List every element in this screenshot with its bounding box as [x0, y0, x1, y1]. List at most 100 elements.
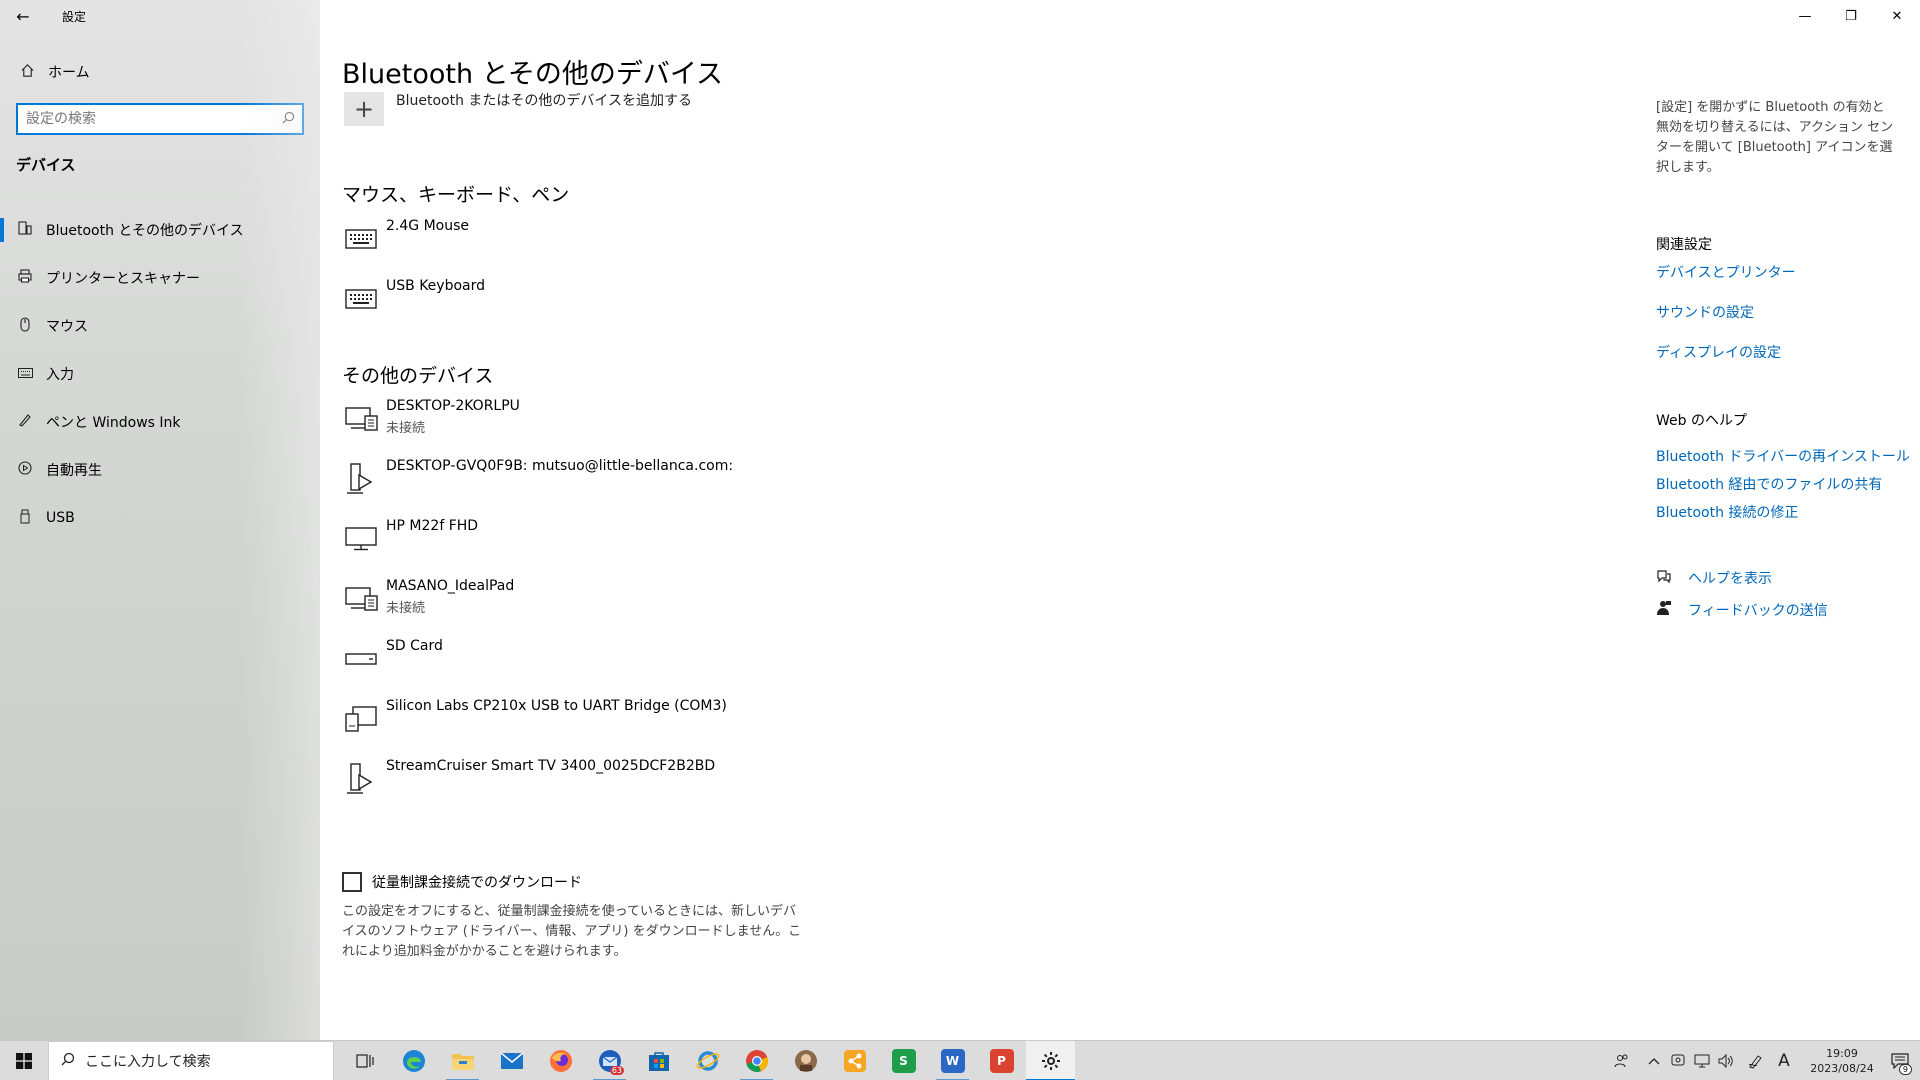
- device-item[interactable]: DESKTOP-GVQ0F9B: mutsuo@little-bellanca.…: [342, 456, 733, 516]
- pen-workspace-icon[interactable]: [1744, 1041, 1768, 1080]
- sidebar-item-label: 入力: [46, 367, 74, 383]
- link-fix-bluetooth-connection[interactable]: Bluetooth 接続の修正: [1656, 502, 1798, 522]
- device-item[interactable]: MASANO_IdealPad 未接続: [342, 576, 733, 636]
- clock-time: 19:09: [1826, 1047, 1858, 1060]
- back-button[interactable]: ←: [0, 0, 46, 32]
- device-name: HP M22f FHD: [386, 518, 479, 534]
- sidebar-item-autoplay[interactable]: 自動再生: [0, 446, 320, 494]
- page-title: Bluetooth とその他のデバイス: [342, 59, 724, 90]
- get-help-link[interactable]: ヘルプを表示: [1656, 568, 1772, 588]
- device-item[interactable]: Silicon Labs CP210x USB to UART Bridge (…: [342, 696, 733, 756]
- link-display-settings[interactable]: ディスプレイの設定: [1656, 342, 1781, 362]
- meet-now-icon[interactable]: [1666, 1041, 1690, 1080]
- link-reinstall-bluetooth-driver[interactable]: Bluetooth ドライバーの再インストール: [1656, 446, 1910, 466]
- taskbar-app-avatar[interactable]: [781, 1041, 830, 1080]
- task-view-button[interactable]: [340, 1041, 389, 1080]
- metered-download-description: この設定をオフにすると、従量制課金接続を使っているときには、新しいデバイスのソフ…: [342, 904, 802, 959]
- people-icon[interactable]: [1610, 1041, 1634, 1080]
- settings-search-input[interactable]: [26, 111, 274, 127]
- minimize-button[interactable]: —: [1782, 0, 1828, 32]
- plus-icon: +: [353, 95, 375, 123]
- send-feedback-label: フィードバックの送信: [1688, 603, 1828, 619]
- mail-unread-badge: 63: [609, 1065, 624, 1075]
- sidebar-item-label: 自動再生: [46, 463, 102, 479]
- add-device-label[interactable]: Bluetooth またはその他のデバイスを追加する: [396, 90, 692, 110]
- windows-logo-icon: [16, 1052, 32, 1069]
- show-hidden-icons-chevron-icon[interactable]: [1642, 1041, 1666, 1080]
- sidebar-item-printers[interactable]: プリンターとスキャナー: [0, 254, 320, 302]
- taskbar-spreadsheet[interactable]: S: [879, 1041, 928, 1080]
- ime-mode-indicator[interactable]: A: [1772, 1041, 1796, 1080]
- metered-download-label[interactable]: 従量制課金接続でのダウンロード: [372, 872, 582, 892]
- metered-download-checkbox[interactable]: [342, 872, 362, 892]
- taskbar-mail[interactable]: [487, 1041, 536, 1080]
- taskbar-clock[interactable]: 19:09 2023/08/24: [1804, 1046, 1880, 1076]
- related-settings-heading: 関連設定: [1656, 237, 1712, 253]
- action-center-button[interactable]: 9: [1880, 1041, 1920, 1080]
- file-explorer-icon: [451, 1053, 474, 1070]
- get-help-label: ヘルプを表示: [1688, 571, 1772, 587]
- clock-date: 2023/08/24: [1810, 1062, 1874, 1075]
- device-item[interactable]: HP M22f FHD: [342, 516, 733, 576]
- metered-download-checkbox-row[interactable]: 従量制課金接続でのダウンロード: [342, 872, 582, 892]
- device-item[interactable]: SD Card: [342, 636, 733, 696]
- other-devices-list: DESKTOP-2KORLPU 未接続 DESKTOP-GVQ0F9B: mut…: [342, 396, 733, 816]
- link-bluetooth-file-sharing[interactable]: Bluetooth 経由でのファイルの共有: [1656, 474, 1882, 494]
- sidebar-item-typing[interactable]: 入力: [0, 350, 320, 398]
- edge-icon: [402, 1049, 425, 1072]
- taskbar-chrome[interactable]: [732, 1041, 781, 1080]
- sidebar-nav: Bluetooth とその他のデバイス プリンターとスキャナー マウス 入力 ペ…: [0, 206, 320, 542]
- start-button[interactable]: [0, 1041, 48, 1080]
- sidebar-item-label: プリンターとスキャナー: [46, 271, 200, 287]
- store-icon: [648, 1051, 669, 1071]
- feedback-icon: [1656, 600, 1676, 620]
- drive-icon: [342, 636, 386, 676]
- taskbar-writer[interactable]: W: [928, 1041, 977, 1080]
- taskbar-edge[interactable]: [389, 1041, 438, 1080]
- taskbar-search-box[interactable]: ここに入力して検索: [48, 1040, 334, 1080]
- sidebar-item-bluetooth[interactable]: Bluetooth とその他のデバイス: [0, 206, 320, 254]
- search-icon[interactable]: [274, 111, 302, 128]
- search-icon: [61, 1052, 75, 1070]
- bluetooth-devices-icon: [16, 221, 34, 239]
- taskbar-search-text: ここに入力して検索: [85, 1053, 211, 1070]
- settings-search-box[interactable]: [16, 103, 304, 135]
- close-button[interactable]: ✕: [1874, 0, 1920, 32]
- taskbar-firefox[interactable]: [536, 1041, 585, 1080]
- taskbar-app-share[interactable]: [830, 1041, 879, 1080]
- send-feedback-link[interactable]: フィードバックの送信: [1656, 600, 1828, 620]
- device-item[interactable]: 2.4G Mouse: [342, 216, 485, 276]
- add-device-row[interactable]: + Bluetooth またはその他のデバイスを追加する: [344, 92, 692, 126]
- task-view-icon: [355, 1053, 374, 1068]
- keyboard-icon: [16, 366, 34, 382]
- device-item[interactable]: DESKTOP-2KORLPU 未接続: [342, 396, 733, 456]
- taskbar-presentation[interactable]: P: [977, 1041, 1026, 1080]
- sidebar-home[interactable]: ホーム: [0, 56, 320, 88]
- link-sound-settings[interactable]: サウンドの設定: [1656, 302, 1754, 322]
- network-pc-icon: [342, 396, 386, 436]
- link-devices-and-printers[interactable]: デバイスとプリンター: [1656, 262, 1796, 282]
- printer-icon: [16, 269, 34, 287]
- network-icon[interactable]: [1690, 1041, 1714, 1080]
- sidebar-item-usb[interactable]: USB: [0, 494, 320, 542]
- add-device-button[interactable]: +: [344, 92, 384, 126]
- taskbar-pinned-apps: 63 S W P: [340, 1040, 1075, 1080]
- taskbar-mail-client[interactable]: 63: [585, 1041, 634, 1080]
- restore-button[interactable]: ❐: [1828, 0, 1874, 32]
- device-item[interactable]: StreamCruiser Smart TV 3400_0025DCF2B2BD: [342, 756, 733, 816]
- home-icon: [18, 63, 36, 82]
- taskbar-internet-explorer[interactable]: [683, 1041, 732, 1080]
- keyboard-icon: [342, 276, 386, 316]
- sidebar-item-mouse[interactable]: マウス: [0, 302, 320, 350]
- device-item[interactable]: USB Keyboard: [342, 276, 485, 336]
- section-title-devices: デバイス: [16, 156, 76, 174]
- taskbar-file-explorer[interactable]: [438, 1041, 487, 1080]
- volume-icon[interactable]: [1714, 1041, 1738, 1080]
- taskbar-store[interactable]: [634, 1041, 683, 1080]
- restore-icon: ❐: [1845, 8, 1857, 24]
- window-controls: — ❐ ✕: [1782, 0, 1920, 32]
- spreadsheet-icon: S: [891, 1048, 916, 1073]
- taskbar-settings[interactable]: [1026, 1040, 1075, 1080]
- sidebar-item-pen[interactable]: ペンと Windows Ink: [0, 398, 320, 446]
- pen-icon: [16, 413, 34, 431]
